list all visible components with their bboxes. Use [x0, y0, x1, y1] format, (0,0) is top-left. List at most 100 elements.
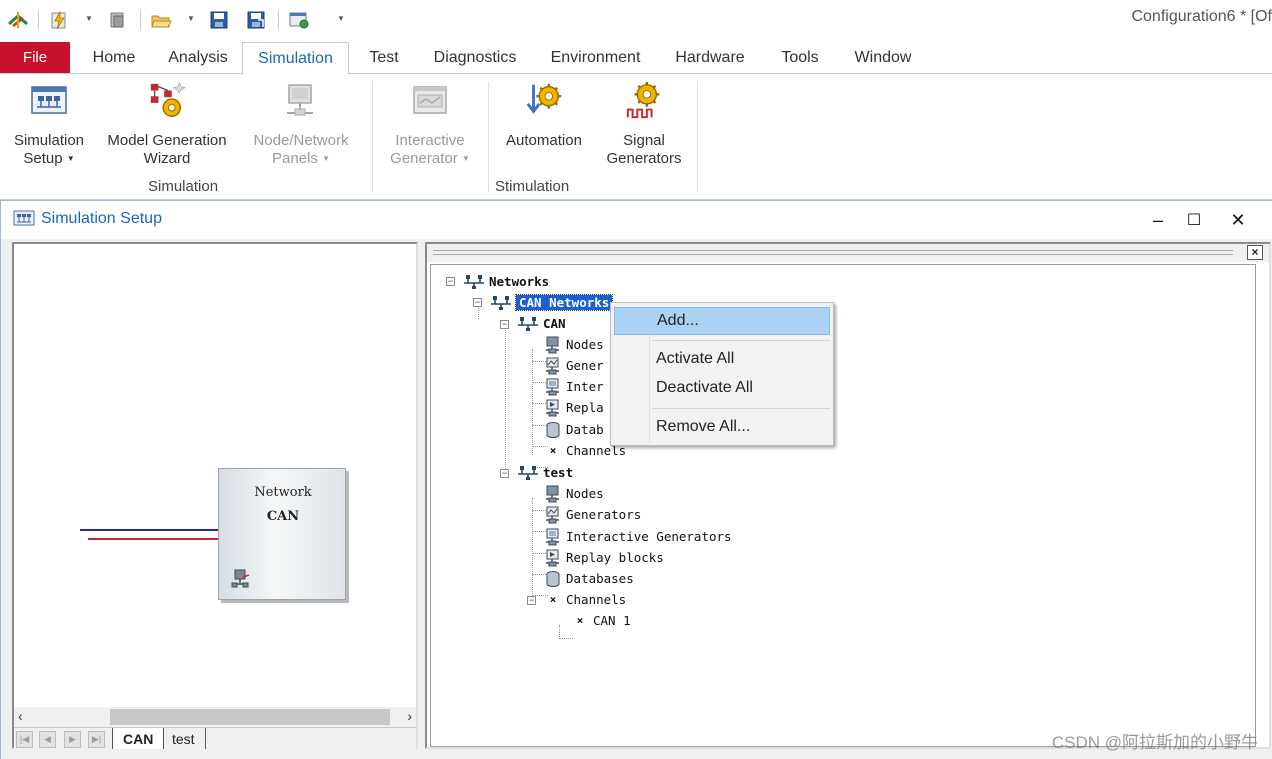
tree-node-test-can1[interactable]: × CAN 1 [571, 611, 631, 630]
first-sheet-icon[interactable]: |◀ [16, 731, 33, 748]
group-label-simulation: Simulation [148, 178, 219, 195]
pane-grip [433, 250, 1233, 255]
bus-line-red [88, 538, 218, 540]
node-network-panels-button[interactable]: Node/Network Panels ▼ [244, 80, 358, 168]
database-icon [546, 570, 560, 587]
panel-icon[interactable] [288, 9, 310, 31]
tree-node-test-databases[interactable]: Databases [544, 569, 634, 588]
tree-node-test[interactable]: test [517, 463, 573, 482]
tab-simulation[interactable]: Simulation [242, 42, 349, 75]
watermark: CSDN @阿拉斯加的小野牛 [1051, 733, 1258, 752]
replay-icon [546, 399, 559, 416]
node-network-panels-label-1: Node/Network [253, 132, 349, 149]
menu-item-activate-all[interactable]: Activate All [614, 345, 830, 373]
close-button[interactable]: ✕ [1225, 207, 1251, 233]
network-box-label: Network [254, 485, 312, 500]
context-menu: Add... Activate All Deactivate All Remov… [610, 302, 834, 446]
stop-icon[interactable] [106, 9, 128, 31]
quick-access-toolbar: ▼ ▼ ▼ Configuration6 * [Of [0, 0, 1272, 42]
tree-node-test-channels[interactable]: × Channels [544, 590, 627, 609]
open-folder-icon[interactable] [150, 9, 172, 31]
automation-label: Automation [506, 132, 582, 149]
network-icon [464, 274, 484, 289]
tree-node-can-nodes[interactable]: Nodes [544, 335, 604, 354]
generator-icon [546, 357, 559, 374]
lightning-icon[interactable] [48, 9, 70, 31]
tree-node-networks[interactable]: Networks [463, 272, 549, 291]
sheet-tab-test[interactable]: test [162, 728, 206, 749]
bus-line-blue [80, 529, 218, 531]
tree-node-test-interactive-generators[interactable]: Interactive Generators [544, 527, 732, 546]
collapse-test-icon[interactable]: − [500, 469, 509, 478]
interactive-generator-icon [410, 80, 450, 122]
tab-diagnostics[interactable]: Diagnostics [422, 42, 528, 74]
scroll-right-icon[interactable]: › [407, 708, 412, 724]
channel-icon: × [576, 614, 584, 627]
node-icon [231, 569, 251, 592]
interactive-generator-button[interactable]: Interactive Generator ▼ [380, 80, 480, 168]
menu-item-add[interactable]: Add... [614, 307, 830, 335]
collapse-networks-icon[interactable]: − [446, 277, 455, 286]
horizontal-scrollbar[interactable]: ‹ › [14, 707, 416, 727]
channel-icon: × [549, 593, 557, 606]
tab-hardware[interactable]: Hardware [663, 42, 757, 74]
chevron-down-icon: ▼ [461, 154, 470, 164]
node-network-panels-icon [281, 80, 321, 122]
tab-test[interactable]: Test [356, 42, 412, 74]
tree-label: Gener [566, 358, 604, 373]
channel-icon: × [549, 444, 557, 457]
tree-node-can-interactive-generators[interactable]: Inter [544, 377, 604, 396]
tree-label: Replay blocks [566, 550, 664, 565]
customize-icon[interactable]: ▼ [337, 14, 345, 23]
simulation-setup-button[interactable]: Simulation Setup ▼ [8, 80, 90, 168]
next-sheet-icon[interactable]: ▶ [64, 731, 81, 748]
scrollbar-thumb[interactable] [110, 709, 390, 725]
automation-button[interactable]: Automation [496, 80, 592, 150]
window-title: Configuration6 * [Of [1131, 8, 1272, 25]
save-icon[interactable] [208, 9, 230, 31]
tree-node-test-replay-blocks[interactable]: Replay blocks [544, 548, 664, 567]
tree-node-can-databases[interactable]: Datab [544, 420, 604, 439]
tab-tools[interactable]: Tools [767, 42, 833, 74]
scroll-left-icon[interactable]: ‹ [18, 708, 23, 724]
model-generation-wizard-button[interactable]: Model Generation Wizard [102, 80, 232, 168]
tab-file[interactable]: File [0, 42, 70, 73]
last-sheet-icon[interactable]: ▶| [88, 731, 105, 748]
minimize-button[interactable]: – [1145, 207, 1171, 233]
menu-item-deactivate-all[interactable]: Deactivate All [614, 374, 830, 402]
tree-node-can[interactable]: CAN [517, 314, 566, 333]
tree-node-can-replay-blocks[interactable]: Repla [544, 398, 604, 417]
open-dropdown-icon[interactable]: ▼ [187, 14, 195, 23]
simulation-setup-icon [29, 80, 69, 122]
tab-window[interactable]: Window [843, 42, 923, 74]
network-icon [518, 316, 538, 331]
tree-node-test-nodes[interactable]: Nodes [544, 484, 604, 503]
menu-item-remove-all[interactable]: Remove All... [614, 413, 830, 441]
sheet-tab-can[interactable]: CAN [112, 728, 165, 749]
model-generation-wizard-icon [147, 80, 187, 122]
tab-environment[interactable]: Environment [538, 42, 653, 74]
collapse-channels-icon[interactable]: − [527, 596, 536, 605]
tree-node-can-generators[interactable]: Gener [544, 356, 604, 375]
tree-node-test-generators[interactable]: Generators [544, 505, 641, 524]
save-all-icon[interactable] [245, 9, 267, 31]
signal-generators-button[interactable]: Signal Generators [598, 80, 690, 168]
app-logo-icon[interactable] [7, 9, 29, 31]
collapse-can-networks-icon[interactable]: − [473, 298, 482, 307]
network-tree-pane: × − Networks − CAN Networks − CAN Nodes … [425, 242, 1271, 749]
prev-sheet-icon[interactable]: ◀ [39, 731, 56, 748]
tab-home[interactable]: Home [80, 42, 148, 74]
lightning-dropdown-icon[interactable]: ▼ [85, 14, 93, 23]
child-window-title: Simulation Setup [41, 210, 162, 227]
maximize-button[interactable]: ☐ [1181, 207, 1207, 233]
tree-label-can-networks: CAN Networks [514, 294, 614, 311]
network-box-can[interactable]: Network CAN [218, 468, 346, 600]
signal-generators-icon [624, 80, 664, 122]
pane-close-button[interactable]: × [1247, 245, 1263, 260]
collapse-can-icon[interactable]: − [500, 320, 509, 329]
tree-node-can-networks[interactable]: CAN Networks [490, 293, 614, 312]
menu-separator [652, 340, 830, 341]
tab-analysis[interactable]: Analysis [158, 42, 238, 74]
automation-icon [524, 80, 564, 122]
tree-label-networks: Networks [489, 274, 550, 289]
